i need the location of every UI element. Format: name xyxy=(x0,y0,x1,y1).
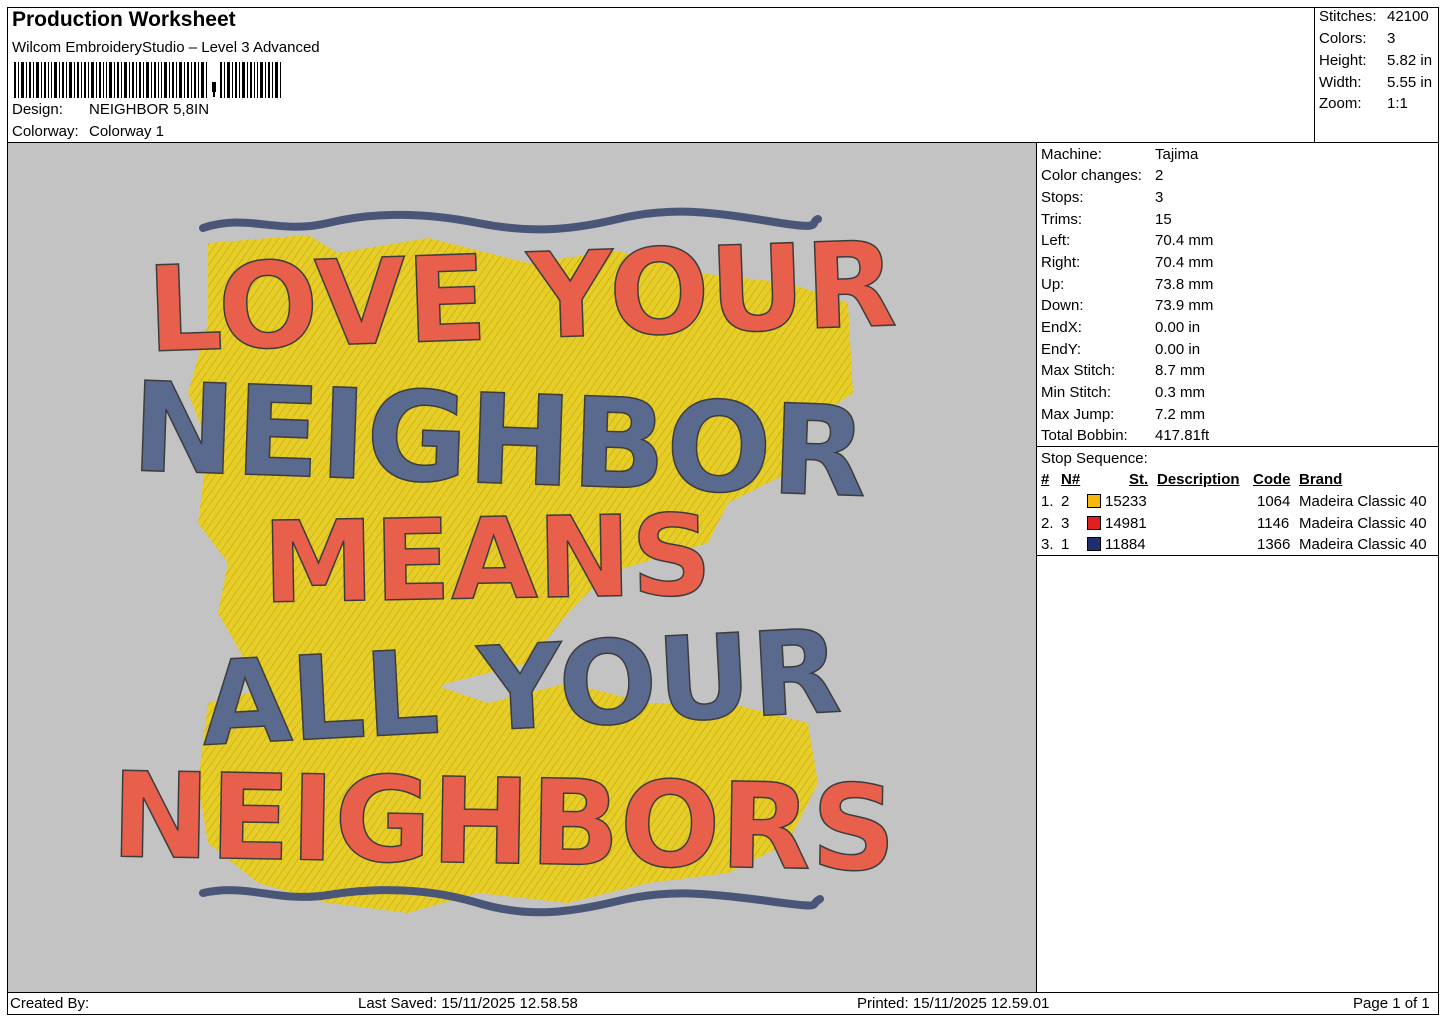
col-header-brand: Brand xyxy=(1299,471,1343,488)
row-code: 1064 xyxy=(1257,493,1291,510)
colorway-label: Colorway: xyxy=(12,123,79,140)
row-brand: Madeira Classic 40 xyxy=(1299,493,1427,510)
row-n: 1 xyxy=(1061,536,1070,553)
info-value: 0.3 mm xyxy=(1155,384,1206,401)
divider xyxy=(1036,446,1439,447)
row-stitches: 11884 xyxy=(1105,536,1146,553)
embroidery-design-image: LOVE YOUR NEIGHBOR MEANS ALL YOUR NEIGHB… xyxy=(109,207,899,917)
design-preview: LOVE YOUR NEIGHBOR MEANS ALL YOUR NEIGHB… xyxy=(8,143,1036,992)
stat-label: Colors: xyxy=(1319,30,1367,47)
stat-label: Height: xyxy=(1319,52,1367,69)
last-saved: Last Saved: 15/11/2025 12.58.58 xyxy=(358,995,578,1012)
info-value: 7.2 mm xyxy=(1155,406,1206,423)
info-value: 417.81ft xyxy=(1155,427,1210,444)
info-value: 73.9 mm xyxy=(1155,297,1214,314)
info-label: Down: xyxy=(1041,297,1084,314)
divider xyxy=(1036,555,1439,556)
stat-value: 1:1 xyxy=(1387,95,1408,112)
info-label: Total Bobbin: xyxy=(1041,427,1128,444)
row-brand: Madeira Classic 40 xyxy=(1299,515,1427,532)
info-label: EndY: xyxy=(1041,341,1082,358)
info-label: Color changes: xyxy=(1041,167,1142,184)
row-num: 2. xyxy=(1041,515,1054,532)
row-brand: Madeira Classic 40 xyxy=(1299,536,1427,553)
design-line-1: LOVE YOUR xyxy=(145,215,899,379)
page-number: Page 1 of 1 xyxy=(1353,995,1430,1012)
design-value: NEIGHBOR 5,8IN xyxy=(89,101,210,118)
stat-value: 5.55 in xyxy=(1387,74,1433,91)
info-label: Machine: xyxy=(1041,146,1102,163)
row-code: 1366 xyxy=(1257,536,1291,553)
col-header-description: Description xyxy=(1157,471,1240,488)
info-value: 3 xyxy=(1155,189,1164,206)
info-label: Left: xyxy=(1041,232,1071,249)
info-value: Tajima xyxy=(1155,146,1199,163)
info-value: 0.00 in xyxy=(1155,341,1201,358)
design-label: Design: xyxy=(12,101,63,118)
info-label: Max Jump: xyxy=(1041,406,1115,423)
color-swatch xyxy=(1087,516,1101,530)
info-label: Up: xyxy=(1041,276,1065,293)
design-line-5: NEIGHBORS xyxy=(110,746,897,898)
info-value: 0.00 in xyxy=(1155,319,1201,336)
stat-value: 42100 xyxy=(1387,8,1429,25)
stats-panel: Stitches: 42100 Colors: 3 Height: 5.82 i… xyxy=(1314,7,1440,143)
stop-sequence-title: Stop Sequence: xyxy=(1041,450,1148,467)
created-by: Created By: xyxy=(10,995,90,1012)
divider xyxy=(1036,142,1037,993)
info-label: Stops: xyxy=(1041,189,1084,206)
divider xyxy=(7,992,1439,993)
info-label: Min Stitch: xyxy=(1041,384,1112,401)
row-num: 1. xyxy=(1041,493,1054,510)
row-n: 3 xyxy=(1061,515,1070,532)
row-stitches: 14981 xyxy=(1105,515,1147,532)
col-header-code: Code xyxy=(1253,471,1291,488)
row-n: 2 xyxy=(1061,493,1070,510)
info-value: 15 xyxy=(1155,211,1172,228)
software-name: Wilcom EmbroideryStudio – Level 3 Advanc… xyxy=(12,39,320,56)
stat-value: 3 xyxy=(1387,30,1396,47)
printed-date: Printed: 15/11/2025 12.59.01 xyxy=(857,995,1050,1012)
col-header-n: N# xyxy=(1061,471,1081,488)
stat-value: 5.82 in xyxy=(1387,52,1433,69)
color-swatch xyxy=(1087,494,1101,508)
colorway-value: Colorway 1 xyxy=(89,123,165,140)
info-value: 8.7 mm xyxy=(1155,362,1206,379)
info-label: Max Stitch: xyxy=(1041,362,1116,379)
col-header-num: # xyxy=(1041,471,1050,488)
color-swatch xyxy=(1087,537,1101,551)
info-value: 70.4 mm xyxy=(1155,254,1214,271)
design-line-3: MEANS xyxy=(262,491,713,629)
row-code: 1146 xyxy=(1257,515,1290,532)
stat-label: Zoom: xyxy=(1319,95,1362,112)
info-label: EndX: xyxy=(1041,319,1082,336)
stat-label: Stitches: xyxy=(1319,8,1377,25)
info-label: Right: xyxy=(1041,254,1081,271)
col-header-st: St. xyxy=(1129,471,1149,488)
barcode-image xyxy=(14,62,281,98)
stat-label: Width: xyxy=(1319,74,1362,91)
worksheet-header: Production Worksheet Wilcom EmbroiderySt… xyxy=(9,7,1315,143)
row-num: 3. xyxy=(1041,536,1054,553)
info-value: 2 xyxy=(1155,167,1164,184)
info-value: 73.8 mm xyxy=(1155,276,1214,293)
info-value: 70.4 mm xyxy=(1155,232,1214,249)
page-title: Production Worksheet xyxy=(12,8,236,31)
info-label: Trims: xyxy=(1041,211,1083,228)
row-stitches: 15233 xyxy=(1105,493,1147,510)
